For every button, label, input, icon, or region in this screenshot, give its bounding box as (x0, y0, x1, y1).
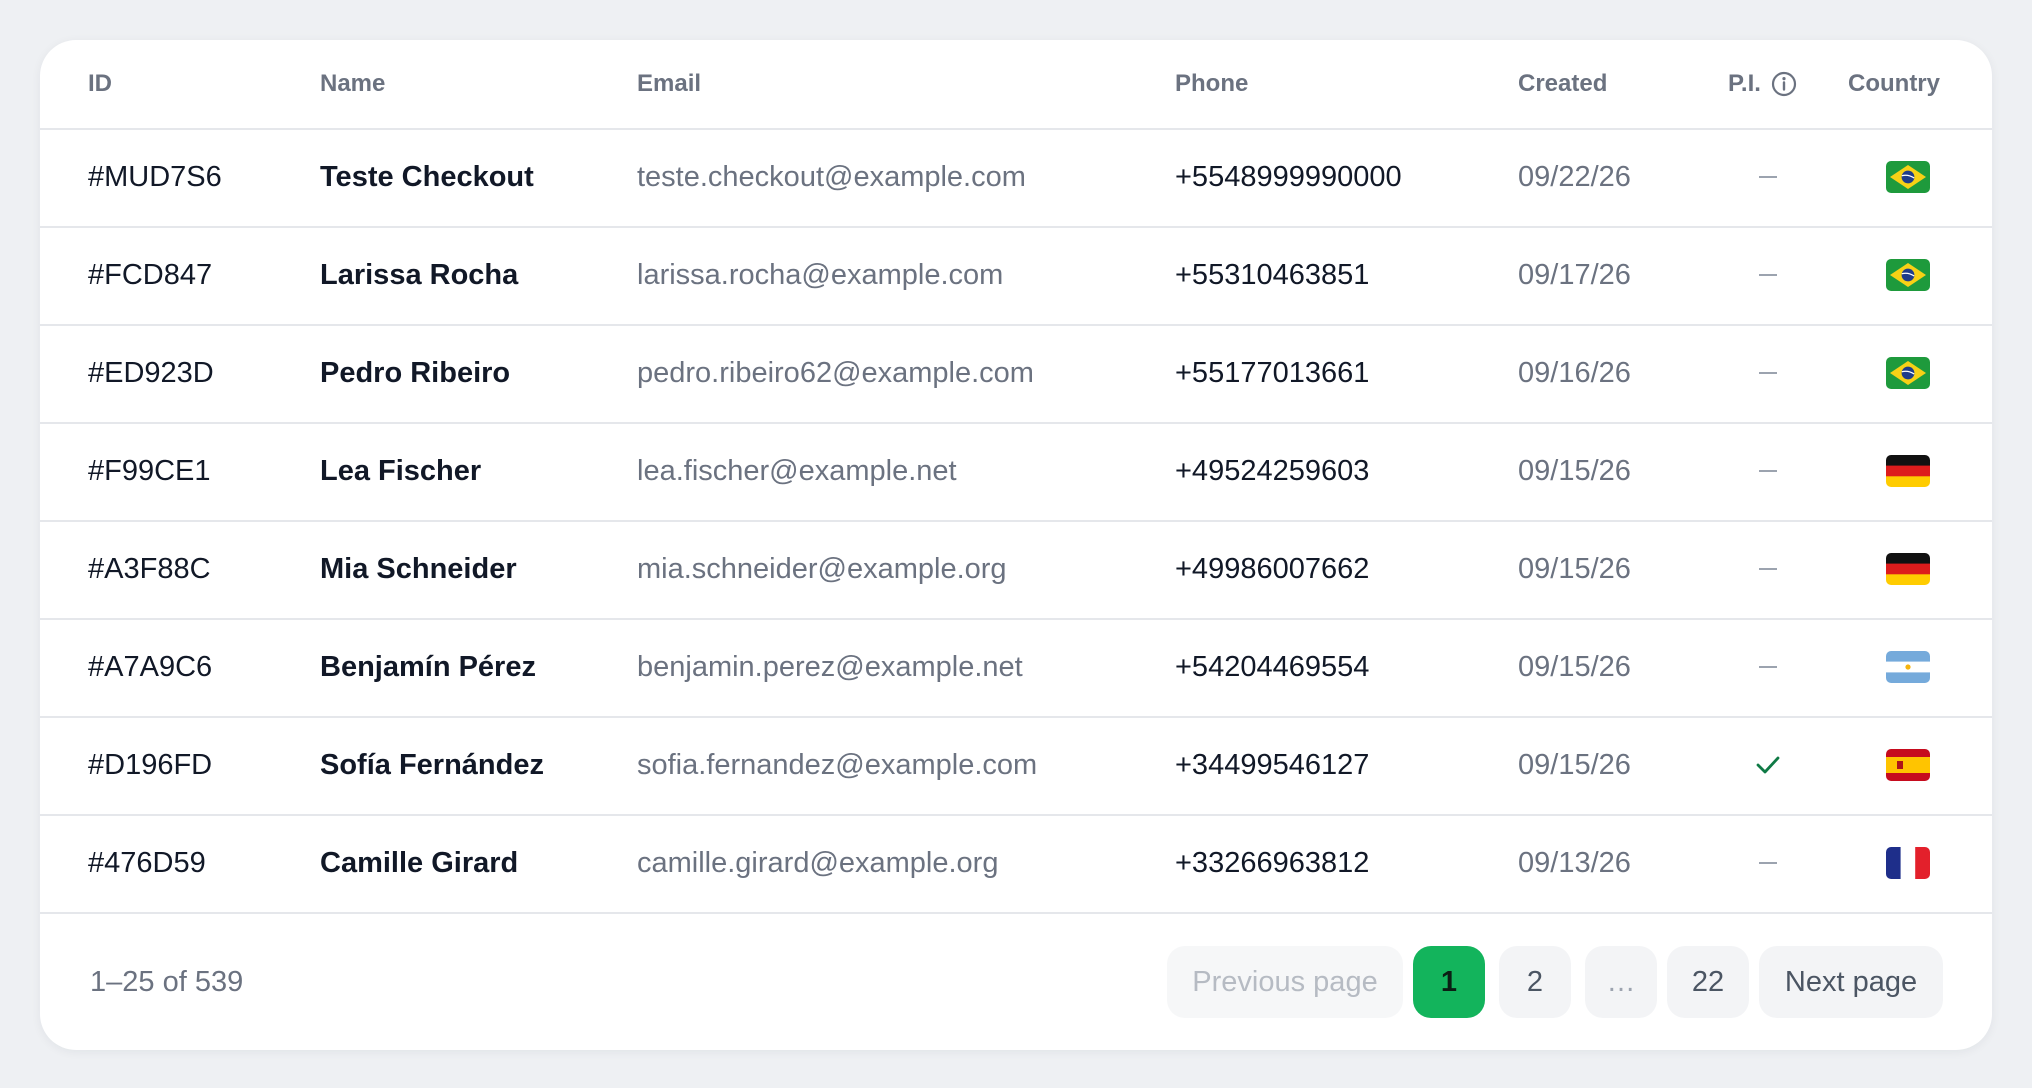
dash-icon (1759, 274, 1777, 276)
cell-id: #D196FD (88, 748, 213, 781)
cell-country (1848, 520, 1968, 618)
pagination-range: 1–25 of 539 (90, 965, 244, 998)
cell-created: 09/16/26 (1518, 356, 1631, 389)
dash-icon (1759, 666, 1777, 668)
column-header-email[interactable]: Email (637, 40, 701, 128)
table-row[interactable]: #F99CE1 Lea Fischer lea.fischer@example.ne… (40, 422, 1992, 522)
cell-created: 09/22/26 (1518, 160, 1631, 193)
cell-name: Sofía Fernández (320, 748, 544, 781)
cell-country (1848, 226, 1968, 324)
column-header-phone[interactable]: Phone (1175, 40, 1248, 128)
flag-fr-icon (1886, 847, 1930, 879)
cell-email: mia.schneider@example.org (637, 552, 1007, 585)
column-header-pi[interactable]: P.I. (1728, 40, 1797, 128)
cell-phone: +55310463851 (1175, 258, 1370, 291)
cell-pi (1728, 226, 1808, 324)
table-row[interactable]: #MUD7S6 Teste Checkout teste.checkout@exam… (40, 128, 1992, 228)
cell-pi (1728, 618, 1808, 716)
column-header-country[interactable]: Country (1848, 40, 1940, 128)
cell-name: Larissa Rocha (320, 258, 519, 291)
cell-created: 09/13/26 (1518, 846, 1631, 879)
column-header-pi-label: P.I. (1728, 70, 1761, 97)
cell-id: #A7A9C6 (88, 650, 213, 683)
dash-icon (1759, 862, 1777, 864)
cell-pi (1728, 814, 1808, 912)
page-ellipsis: … (1585, 946, 1657, 1018)
cell-name: Pedro Ribeiro (320, 356, 511, 389)
cell-id: #F99CE1 (88, 454, 211, 487)
cell-country (1848, 618, 1968, 716)
cell-id: #A3F88C (88, 552, 211, 585)
column-header-created[interactable]: Created (1518, 40, 1607, 128)
cell-pi (1728, 128, 1808, 226)
pagination-footer: 1–25 of 539 Previous page 1 2 … 22 Next … (40, 914, 1992, 1050)
cell-pi (1728, 422, 1808, 520)
dash-icon (1759, 176, 1777, 178)
flag-br-icon (1886, 161, 1930, 193)
cell-email: pedro.ribeiro62@example.com (637, 356, 1034, 389)
cell-name: Benjamín Pérez (320, 650, 536, 683)
cell-id: #FCD847 (88, 258, 213, 291)
cell-email: benjamin.perez@example.net (637, 650, 1023, 683)
table-row[interactable]: #A7A9C6 Benjamín Pérez benjamin.perez@exam… (40, 618, 1992, 718)
cell-email: larissa.rocha@example.com (637, 258, 1004, 291)
customers-table-card: ID Name Email Phone Created P.I. Country… (40, 40, 1992, 1050)
dash-icon (1759, 568, 1777, 570)
cell-id: #ED923D (88, 356, 214, 389)
table-row[interactable]: #D196FD Sofía Fernández sofia.fernandez@ex… (40, 716, 1992, 816)
table-row[interactable]: #476D59 Camille Girard camille.girard@exam… (40, 814, 1992, 914)
cell-country (1848, 324, 1968, 422)
table-row[interactable]: #A3F88C Mia Schneider mia.schneider@exampl… (40, 520, 1992, 620)
cell-pi (1728, 716, 1808, 814)
cell-created: 09/15/26 (1518, 552, 1631, 585)
cell-phone: +33266963812 (1175, 846, 1370, 879)
cell-id: #476D59 (88, 846, 206, 879)
flag-de-icon (1886, 553, 1930, 585)
cell-name: Mia Schneider (320, 552, 517, 585)
flag-de-icon (1886, 455, 1930, 487)
cell-name: Teste Checkout (320, 160, 534, 193)
cell-phone: +49986007662 (1175, 552, 1370, 585)
cell-country (1848, 716, 1968, 814)
dash-icon (1759, 470, 1777, 472)
cell-country (1848, 814, 1968, 912)
cell-created: 09/15/26 (1518, 650, 1631, 683)
cell-created: 09/15/26 (1518, 748, 1631, 781)
flag-br-icon (1886, 357, 1930, 389)
flag-es-icon (1886, 749, 1930, 781)
info-icon[interactable] (1771, 71, 1797, 97)
check-icon (1755, 754, 1781, 776)
flag-br-icon (1886, 259, 1930, 291)
cell-name: Lea Fischer (320, 454, 482, 487)
table-row[interactable]: #FCD847 Larissa Rocha larissa.rocha@exampl… (40, 226, 1992, 326)
previous-page-button[interactable]: Previous page (1167, 946, 1403, 1018)
cell-phone: +54204469554 (1175, 650, 1370, 683)
cell-email: lea.fischer@example.net (637, 454, 957, 487)
cell-created: 09/17/26 (1518, 258, 1631, 291)
cell-phone: +34499546127 (1175, 748, 1370, 781)
page-2-button[interactable]: 2 (1499, 946, 1571, 1018)
cell-pi (1728, 324, 1808, 422)
cell-email: teste.checkout@example.com (637, 160, 1026, 193)
cell-pi (1728, 520, 1808, 618)
cell-country (1848, 128, 1968, 226)
cell-email: sofia.fernandez@example.com (637, 748, 1038, 781)
cell-name: Camille Girard (320, 846, 519, 879)
cell-phone: +49524259603 (1175, 454, 1370, 487)
cell-country (1848, 422, 1968, 520)
table-header: ID Name Email Phone Created P.I. Country (40, 40, 1992, 130)
dash-icon (1759, 372, 1777, 374)
cell-created: 09/15/26 (1518, 454, 1631, 487)
cell-phone: +5548999990000 (1175, 160, 1402, 193)
cell-email: camille.girard@example.org (637, 846, 999, 879)
column-header-name[interactable]: Name (320, 40, 385, 128)
flag-ar-icon (1886, 651, 1930, 683)
page-22-button[interactable]: 22 (1667, 946, 1749, 1018)
cell-id: #MUD7S6 (88, 160, 222, 193)
next-page-button[interactable]: Next page (1759, 946, 1943, 1018)
page-1-button[interactable]: 1 (1413, 946, 1485, 1018)
cell-phone: +55177013661 (1175, 356, 1370, 389)
column-header-id[interactable]: ID (88, 40, 112, 128)
table-row[interactable]: #ED923D Pedro Ribeiro pedro.ribeiro62@exam… (40, 324, 1992, 424)
